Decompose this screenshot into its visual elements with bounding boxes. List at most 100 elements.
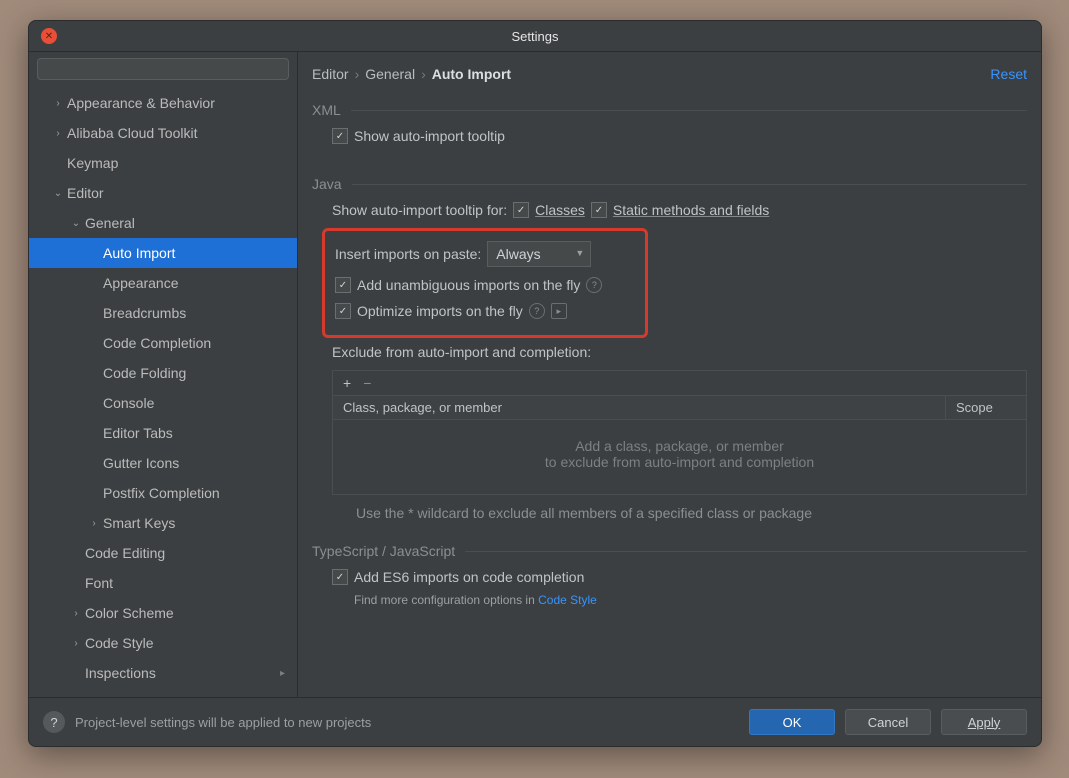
sidebar-item-label: Appearance & Behavior	[65, 95, 215, 111]
sidebar-item-editor[interactable]: ⌄Editor	[29, 178, 297, 208]
breadcrumb-part[interactable]: General	[365, 66, 415, 82]
chevron-right-icon: ›	[69, 638, 83, 649]
sidebar-item-gutter-icons[interactable]: ›Gutter Icons	[29, 448, 297, 478]
label-exclude: Exclude from auto-import and completion:	[332, 344, 591, 360]
checkbox-label: Optimize imports on the fly	[357, 303, 523, 319]
footer-note: Project-level settings will be applied t…	[75, 715, 739, 730]
column-header-class: Class, package, or member	[333, 396, 946, 419]
sidebar-item-label: Postfix Completion	[101, 485, 220, 501]
reset-link[interactable]: Reset	[990, 66, 1027, 82]
checkbox-add-unambiguous[interactable]	[335, 277, 351, 293]
ok-button[interactable]: OK	[749, 709, 835, 735]
sidebar: ›Appearance & Behavior›Alibaba Cloud Too…	[29, 52, 298, 697]
checkbox-label: Show auto-import tooltip	[354, 128, 505, 144]
section-label: Java	[312, 176, 342, 192]
sidebar-item-alibaba-cloud-toolkit[interactable]: ›Alibaba Cloud Toolkit	[29, 118, 297, 148]
sidebar-item-appearance[interactable]: ›Appearance	[29, 268, 297, 298]
settings-tree: ›Appearance & Behavior›Alibaba Cloud Too…	[29, 86, 297, 697]
sidebar-item-appearance-behavior[interactable]: ›Appearance & Behavior	[29, 88, 297, 118]
chevron-right-icon: ›	[51, 128, 65, 139]
checkbox-label: Add ES6 imports on code completion	[354, 569, 584, 585]
sidebar-item-label: Code Style	[83, 635, 153, 651]
checkbox-add-es6[interactable]	[332, 569, 348, 585]
sidebar-item-keymap[interactable]: ›Keymap	[29, 148, 297, 178]
checkbox-static-methods[interactable]	[591, 202, 607, 218]
help-icon[interactable]: ?	[529, 303, 545, 319]
sidebar-item-label: Code Completion	[101, 335, 211, 351]
checkbox-label: Add unambiguous imports on the fly	[357, 277, 580, 293]
code-style-link[interactable]: Code Style	[538, 593, 597, 607]
checkbox-classes[interactable]	[513, 202, 529, 218]
checkbox-label: Static methods and fields	[613, 202, 769, 218]
help-icon[interactable]: ?	[586, 277, 602, 293]
chevron-right-icon: ›	[87, 518, 101, 529]
sidebar-item-breadcrumbs[interactable]: ›Breadcrumbs	[29, 298, 297, 328]
checkbox-xml-show-tooltip[interactable]	[332, 128, 348, 144]
breadcrumb-part[interactable]: Editor	[312, 66, 349, 82]
sidebar-item-label: Color Scheme	[83, 605, 174, 621]
chevron-down-icon: ⌄	[51, 188, 65, 199]
sidebar-item-label: Gutter Icons	[101, 455, 179, 471]
select-value: Always	[496, 246, 540, 262]
sidebar-item-color-scheme[interactable]: ›Color Scheme	[29, 598, 297, 628]
chevron-right-icon: ›	[51, 98, 65, 109]
sidebar-item-console[interactable]: ›Console	[29, 388, 297, 418]
section-java: Java	[312, 176, 1027, 192]
help-button[interactable]: ?	[43, 711, 65, 733]
dialog-footer: ? Project-level settings will be applied…	[29, 697, 1041, 746]
highlighted-region: Insert imports on paste: Always ▼ Add un…	[322, 228, 648, 338]
section-xml: XML	[312, 102, 1027, 118]
sidebar-item-general[interactable]: ⌄General	[29, 208, 297, 238]
sidebar-item-inspections[interactable]: ›Inspections▸	[29, 658, 297, 688]
sidebar-item-editor-tabs[interactable]: ›Editor Tabs	[29, 418, 297, 448]
modified-icon[interactable]: ▸	[551, 303, 567, 319]
label-insert-paste: Insert imports on paste:	[335, 246, 481, 262]
select-insert-paste[interactable]: Always ▼	[487, 241, 591, 267]
breadcrumb-part: Auto Import	[432, 66, 511, 82]
sidebar-item-label: Smart Keys	[101, 515, 175, 531]
search-input[interactable]	[37, 58, 289, 80]
sidebar-item-font[interactable]: ›Font	[29, 568, 297, 598]
section-ts: TypeScript / JavaScript	[312, 543, 1027, 559]
sidebar-item-label: Code Folding	[101, 365, 186, 381]
sidebar-item-code-style[interactable]: ›Code Style	[29, 628, 297, 658]
sidebar-item-postfix-completion[interactable]: ›Postfix Completion	[29, 478, 297, 508]
sidebar-item-code-editing[interactable]: ›Code Editing	[29, 538, 297, 568]
modified-icon: ▸	[280, 668, 285, 679]
breadcrumb: Editor › General › Auto Import	[312, 66, 511, 82]
settings-dialog: ✕ Settings ›Appearance & Behavior›Alibab…	[28, 20, 1042, 747]
apply-button[interactable]: Apply	[941, 709, 1027, 735]
sidebar-item-code-folding[interactable]: ›Code Folding	[29, 358, 297, 388]
section-label: TypeScript / JavaScript	[312, 543, 455, 559]
chevron-down-icon: ⌄	[69, 218, 83, 229]
sidebar-item-label: Editor Tabs	[101, 425, 173, 441]
sidebar-item-label: Editor	[65, 185, 104, 201]
settings-panel: Editor › General › Auto Import Reset XML	[298, 52, 1041, 697]
sidebar-item-label: Console	[101, 395, 154, 411]
chevron-right-icon: ›	[421, 66, 426, 82]
note-text: Find more configuration options in	[354, 593, 538, 607]
sidebar-item-label: General	[83, 215, 135, 231]
add-button[interactable]: +	[343, 375, 351, 391]
titlebar: ✕ Settings	[29, 21, 1041, 52]
sidebar-item-label: Font	[83, 575, 113, 591]
sidebar-item-auto-import[interactable]: ›Auto Import	[29, 238, 297, 268]
chevron-right-icon: ›	[355, 66, 360, 82]
content: ›Appearance & Behavior›Alibaba Cloud Too…	[29, 52, 1041, 697]
checkbox-label: Classes	[535, 202, 585, 218]
remove-button[interactable]: −	[363, 375, 371, 391]
sidebar-item-smart-keys[interactable]: ›Smart Keys	[29, 508, 297, 538]
exclude-table: + − Class, package, or member Scope Add …	[332, 370, 1027, 495]
sidebar-item-label: Alibaba Cloud Toolkit	[65, 125, 198, 141]
close-button[interactable]: ✕	[41, 28, 57, 44]
checkbox-optimize[interactable]	[335, 303, 351, 319]
sidebar-item-label: Keymap	[65, 155, 118, 171]
exclude-hint: Use the * wildcard to exclude all member…	[332, 495, 866, 521]
sidebar-item-code-completion[interactable]: ›Code Completion	[29, 328, 297, 358]
column-header-scope: Scope	[946, 396, 1026, 419]
sidebar-item-label: Breadcrumbs	[101, 305, 186, 321]
label-tooltip-for: Show auto-import tooltip for:	[332, 202, 507, 218]
sidebar-item-label: Auto Import	[101, 245, 175, 261]
cancel-button[interactable]: Cancel	[845, 709, 931, 735]
sidebar-item-label: Inspections	[83, 665, 156, 681]
